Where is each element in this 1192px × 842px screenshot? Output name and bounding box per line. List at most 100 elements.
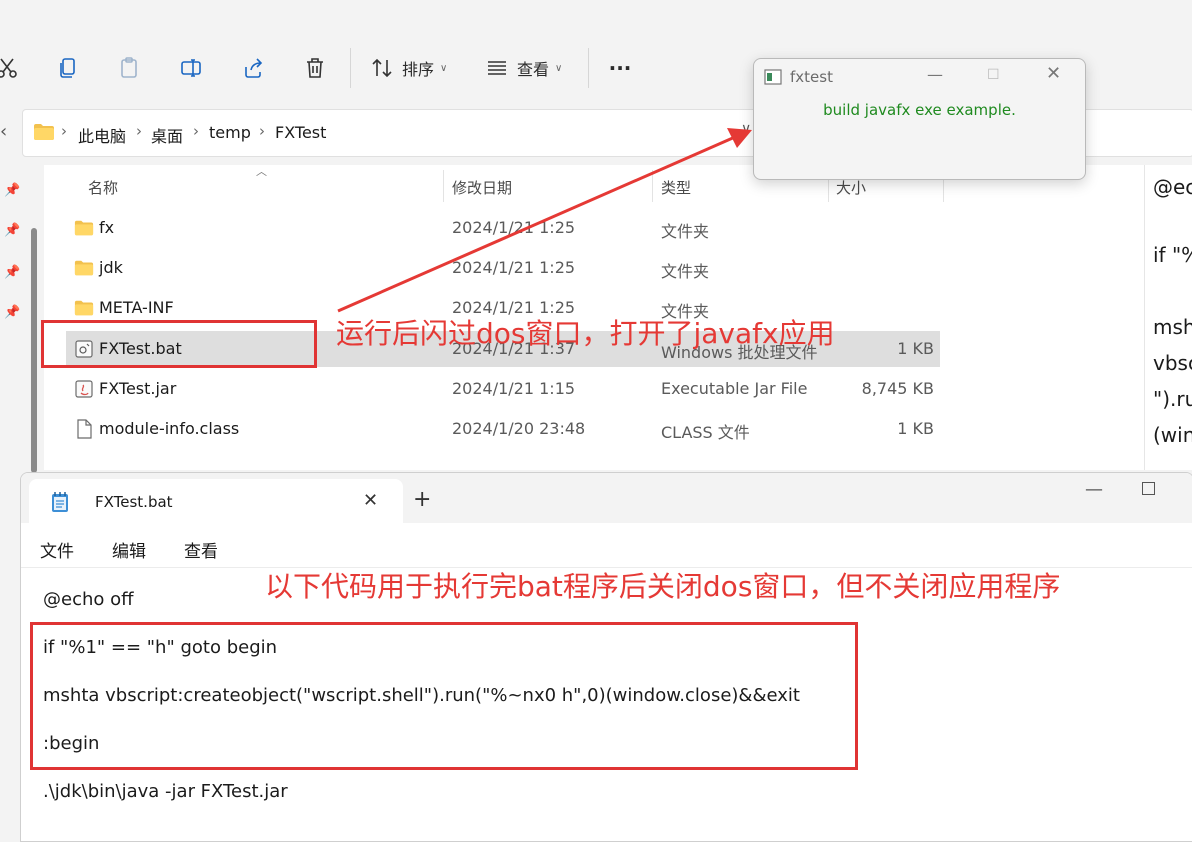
tab-close-icon[interactable]: ✕ (363, 490, 378, 511)
preview-pane: @ec if "% msh vbsc ").ru (win (1144, 165, 1192, 470)
code-line: .\jdk\bin\java -jar FXTest.jar (43, 781, 288, 802)
close-button[interactable]: ✕ (1046, 63, 1061, 84)
copy-button[interactable] (52, 50, 84, 86)
pin-icon: 📌 (4, 305, 21, 320)
folder-icon (74, 260, 94, 276)
new-tab-button[interactable]: + (413, 487, 431, 512)
jar-file-icon (75, 380, 93, 398)
folder-icon (74, 300, 94, 316)
code-line: @echo off (43, 589, 134, 610)
app-window-icon (764, 69, 782, 85)
breadcrumb-separator: › (193, 122, 199, 140)
file-row-jdk[interactable]: jdk 2024/1/21 1:25 文件夹 (66, 250, 940, 286)
file-date: 2024/1/20 23:48 (452, 419, 586, 438)
file-date: 2024/1/21 1:25 (452, 218, 576, 237)
file-size: 1 KB (897, 339, 934, 358)
scissors-icon (0, 58, 17, 78)
file-name: FXTest.jar (99, 379, 177, 398)
file-icon (77, 419, 92, 439)
chevron-down-icon: ∨ (555, 62, 563, 74)
maximize-button[interactable]: ☐ (987, 67, 1000, 83)
address-dropdown-icon[interactable]: ∨ (741, 121, 751, 137)
minimize-button[interactable]: — (927, 65, 943, 84)
sort-label: 排序 (402, 60, 435, 79)
navigation-pane: 📌 📌 📌 📌 (0, 165, 44, 470)
file-name: jdk (99, 258, 123, 277)
chevron-left-icon[interactable]: ‹ (0, 121, 7, 142)
view-label: 查看 (517, 60, 550, 79)
sort-button[interactable]: 排序 ∨ (370, 50, 454, 86)
notepad-icon (52, 492, 68, 512)
fx-message-label: build javafx exe example. (823, 101, 1016, 119)
more-icon: ··· (608, 56, 632, 80)
nav-scrollbar[interactable] (31, 228, 37, 473)
file-row-fxtest-jar[interactable]: FXTest.jar 2024/1/21 1:15 Executable Jar… (66, 371, 940, 407)
copy-icon (60, 58, 75, 78)
trash-icon (307, 58, 323, 78)
pin-icon: 📌 (4, 183, 21, 198)
breadcrumb-separator: › (259, 122, 265, 140)
paste-button[interactable] (113, 50, 145, 86)
breadcrumb-temp[interactable]: temp (209, 123, 251, 142)
sort-icon (372, 58, 392, 78)
preview-line: (win (1153, 423, 1192, 447)
notepad-titlebar: FXTest.bat ✕ + — (21, 473, 1192, 523)
more-options-button[interactable]: ··· (604, 50, 636, 86)
breadcrumb-this-pc[interactable]: 此电脑 (78, 123, 126, 147)
column-divider[interactable] (443, 170, 444, 202)
view-button[interactable]: 查看 ∨ (485, 50, 569, 86)
column-header-name[interactable]: 名称 (88, 177, 118, 198)
maximize-button[interactable] (1142, 482, 1155, 495)
notepad-tab[interactable]: FXTest.bat ✕ (29, 479, 403, 523)
file-size: 1 KB (897, 419, 934, 438)
list-view-icon (488, 61, 506, 75)
minimize-button[interactable]: — (1085, 479, 1103, 500)
file-type: CLASS 文件 (661, 423, 750, 442)
preview-line: ").ru (1153, 387, 1192, 411)
menu-view[interactable]: 查看 (184, 537, 218, 562)
menu-file[interactable]: 文件 (40, 537, 74, 562)
breadcrumb-separator: › (61, 122, 67, 140)
file-row-fx[interactable]: fx 2024/1/21 1:25 文件夹 (66, 210, 940, 246)
file-type: 文件夹 (661, 222, 710, 241)
file-name: META-INF (99, 298, 174, 317)
preview-line: if "% (1153, 243, 1192, 267)
sort-ascending-icon: ︿ (256, 165, 267, 178)
chevron-down-icon: ∨ (440, 62, 448, 74)
file-date: 2024/1/21 1:15 (452, 379, 576, 398)
rename-button[interactable] (175, 50, 207, 86)
column-header-date[interactable]: 修改日期 (452, 177, 512, 198)
folder-icon (74, 220, 94, 236)
file-date: 2024/1/21 1:25 (452, 258, 576, 277)
preview-line: msh (1153, 315, 1192, 339)
tab-title: FXTest.bat (95, 493, 173, 511)
annotation-bottom: 以下代码用于执行完bat程序后关闭dos窗口，但不关闭应用程序 (265, 570, 1061, 603)
share-button[interactable] (237, 50, 269, 86)
file-row-module-info[interactable]: module-info.class 2024/1/20 23:48 CLASS … (66, 411, 940, 447)
delete-button[interactable] (299, 50, 331, 86)
toolbar-divider (588, 48, 589, 88)
file-type: 文件夹 (661, 262, 710, 281)
annotation-top: 运行后闪过dos窗口，打开了javafx应用 (336, 317, 835, 350)
file-size: 8,745 KB (861, 379, 934, 398)
pin-icon: 📌 (4, 265, 21, 280)
preview-line: vbsc (1153, 351, 1192, 375)
highlight-box-bat-file (41, 320, 317, 368)
rename-icon (181, 59, 201, 77)
notepad-menubar: 文件 编辑 查看 (21, 523, 1192, 568)
column-header-type[interactable]: 类型 (661, 177, 691, 198)
cut-button[interactable] (0, 50, 22, 86)
preview-line: @ec (1153, 175, 1192, 199)
column-divider[interactable] (652, 170, 653, 202)
breadcrumb-fxtest[interactable]: FXTest (275, 123, 326, 142)
pin-icon: 📌 (4, 223, 21, 238)
file-type: Executable Jar File (661, 379, 808, 398)
toolbar-divider (350, 48, 351, 88)
breadcrumb-desktop[interactable]: 桌面 (151, 123, 183, 147)
file-name: fx (99, 218, 115, 237)
breadcrumb-separator: › (136, 122, 142, 140)
file-name: module-info.class (99, 419, 240, 438)
fxtest-window: fxtest — ☐ ✕ build javafx exe example. (753, 58, 1086, 180)
menu-edit[interactable]: 编辑 (112, 537, 146, 562)
column-header-size[interactable]: 大小 (836, 177, 866, 198)
